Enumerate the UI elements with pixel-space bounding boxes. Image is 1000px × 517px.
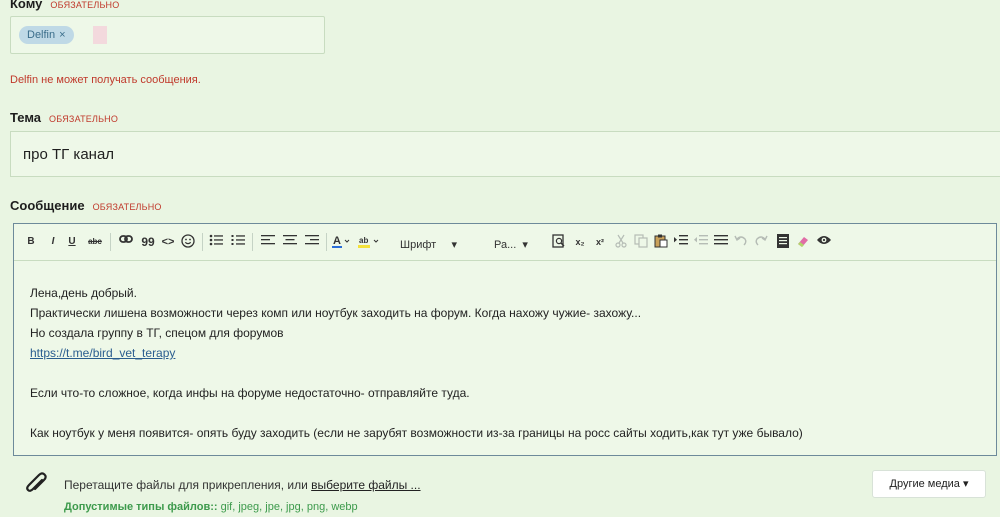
- recipient-field[interactable]: Delfin ×: [10, 16, 325, 54]
- preview-button[interactable]: [552, 234, 566, 250]
- underline-button[interactable]: U: [67, 234, 77, 250]
- smiley-icon: [181, 234, 195, 248]
- align-center-button[interactable]: [282, 234, 298, 250]
- message-line: Если что-то сложное, когда инфы на форум…: [30, 386, 470, 400]
- message-line: https://t.me/bird_vet_terapy: [30, 343, 980, 363]
- svg-text:A: A: [333, 235, 341, 247]
- font-family-select[interactable]: Шрифт ▾: [400, 238, 457, 251]
- message-body[interactable]: Лена,день добрый. Практически лишена воз…: [14, 261, 996, 443]
- subject-input[interactable]: про ТГ канал: [10, 131, 1000, 177]
- redo-icon: [755, 235, 768, 246]
- link-icon: [119, 235, 133, 243]
- recipient-input[interactable]: [93, 26, 107, 44]
- toolbar-divider: [110, 233, 111, 251]
- message-line: [30, 363, 980, 383]
- svg-text:ab: ab: [359, 236, 368, 245]
- telegram-link[interactable]: https://t.me/bird_vet_terapy: [30, 346, 175, 360]
- message-label: Сообщение ОБЯЗАТЕЛЬНО: [10, 198, 162, 213]
- superscript-button[interactable]: x²: [592, 234, 608, 250]
- justify-icon: [714, 235, 728, 245]
- numbered-list-button[interactable]: [230, 234, 246, 250]
- scissors-icon: [615, 234, 627, 248]
- message-editor[interactable]: B I U abc 99 <> A ab Шрифт ▾ Ра... ▾ x₂ …: [13, 223, 997, 456]
- source-button[interactable]: [776, 234, 790, 250]
- highlight-icon: ab: [358, 236, 379, 248]
- recipient-chip[interactable]: Delfin ×: [19, 26, 74, 44]
- to-label: Кому ОБЯЗАТЕЛЬНО: [10, 0, 120, 11]
- align-right-button[interactable]: [304, 234, 320, 250]
- subject-label: Тема ОБЯЗАТЕЛЬНО: [10, 110, 119, 125]
- message-line: Как ноутбук у меня появится- опять буду …: [30, 426, 803, 440]
- search-doc-icon: [552, 234, 565, 248]
- justify-button[interactable]: [714, 234, 728, 250]
- highlight-button[interactable]: ab: [358, 234, 380, 250]
- cut-button[interactable]: [614, 234, 628, 250]
- link-button[interactable]: [118, 234, 134, 250]
- emoji-button[interactable]: [180, 234, 196, 250]
- recipient-error: Delfin не может получать сообщения.: [10, 74, 201, 86]
- outdent-button[interactable]: [694, 234, 708, 250]
- align-left-button[interactable]: [260, 234, 276, 250]
- message-line: Но создала группу в ТГ, спецом для форум…: [30, 326, 284, 340]
- text-color-button[interactable]: A: [332, 234, 350, 250]
- required-tag: ОБЯЗАТЕЛЬНО: [49, 114, 119, 124]
- bullet-list-icon: [209, 234, 223, 246]
- paperclip-icon: [26, 472, 47, 492]
- undo-icon: [734, 235, 747, 246]
- toolbar-divider: [326, 233, 327, 251]
- align-left-icon: [261, 235, 275, 245]
- bullet-list-button[interactable]: [208, 234, 224, 250]
- paste-icon: [654, 234, 668, 248]
- font-size-select[interactable]: Ра... ▾: [494, 238, 528, 251]
- preview-toggle-button[interactable]: [816, 234, 832, 250]
- toolbar-divider: [202, 233, 203, 251]
- bold-button[interactable]: B: [26, 234, 36, 250]
- toolbar-divider: [252, 233, 253, 251]
- italic-button[interactable]: I: [48, 234, 58, 250]
- editor-toolbar: B I U abc 99 <> A ab Шрифт ▾ Ра... ▾ x₂ …: [14, 224, 996, 261]
- eye-icon: [817, 236, 831, 244]
- text-color-icon: A: [332, 235, 350, 248]
- align-right-icon: [305, 235, 319, 245]
- align-center-icon: [283, 235, 297, 245]
- remove-recipient-icon[interactable]: ×: [59, 29, 65, 41]
- code-button[interactable]: <>: [160, 234, 176, 250]
- paste-button[interactable]: [654, 234, 668, 250]
- quote-button[interactable]: 99: [140, 234, 156, 250]
- eraser-icon: [798, 237, 808, 247]
- numbered-list-icon: [231, 235, 245, 245]
- choose-files-link[interactable]: выберите файлы ...: [311, 478, 420, 492]
- outdent-icon: [694, 235, 708, 245]
- required-tag: ОБЯЗАТЕЛЬНО: [92, 202, 162, 212]
- copy-icon: [634, 234, 648, 248]
- indent-icon: [674, 235, 688, 245]
- message-line: Лена,день добрый.: [30, 286, 137, 300]
- undo-button[interactable]: [734, 234, 748, 250]
- remove-format-button[interactable]: [796, 234, 810, 250]
- document-icon: [777, 234, 789, 248]
- attach-instructions: Перетащите файлы для прикрепления, или в…: [64, 478, 421, 492]
- message-line: Практически лишена возможности через ком…: [30, 306, 642, 320]
- redo-button[interactable]: [754, 234, 768, 250]
- message-line: [30, 403, 980, 423]
- strike-button[interactable]: abc: [86, 234, 104, 250]
- other-media-button[interactable]: Другие медиа ▾: [872, 470, 986, 498]
- subscript-button[interactable]: x₂: [572, 234, 588, 250]
- copy-button[interactable]: [634, 234, 648, 250]
- indent-button[interactable]: [674, 234, 688, 250]
- allowed-file-types: Допустимые типы файлов:: gif, jpeg, jpe,…: [64, 501, 358, 513]
- required-tag: ОБЯЗАТЕЛЬНО: [50, 0, 120, 10]
